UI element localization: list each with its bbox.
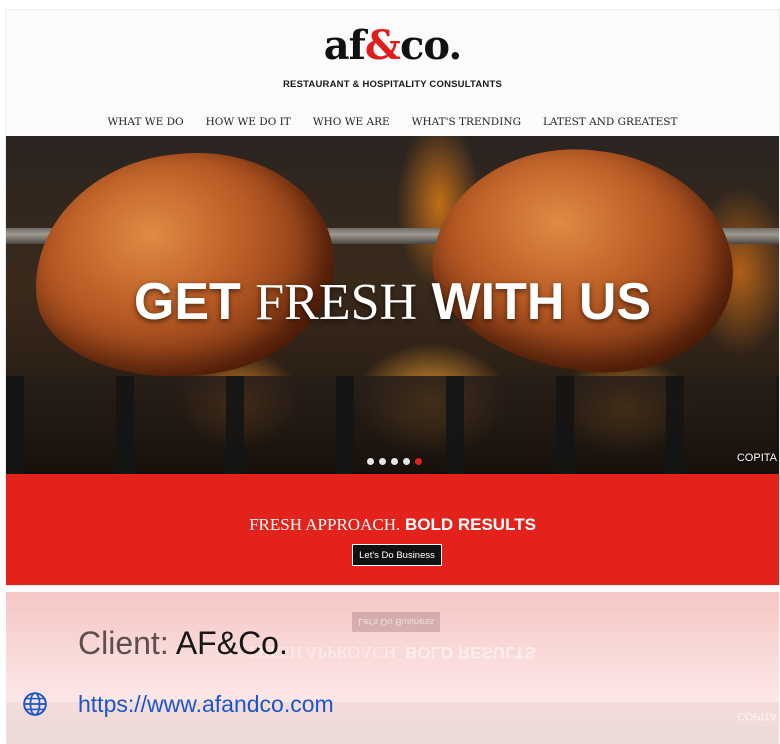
website-link-row: https://www.afandco.com xyxy=(22,691,334,717)
reflected-title-bold: BOLD RESULTS xyxy=(404,643,536,662)
client-label: Client: xyxy=(78,625,169,661)
headline-word-fresh: FRESH xyxy=(255,274,418,331)
band-title-light: FRESH APPROACH. xyxy=(249,515,401,534)
afco-logo[interactable]: af&co. xyxy=(6,26,779,66)
band-title: FRESH APPROACH. BOLD RESULTS xyxy=(6,515,779,535)
website-url-link[interactable]: https://www.afandco.com xyxy=(78,691,334,717)
globe-icon xyxy=(23,692,47,716)
client-name: AF&Co. xyxy=(175,625,288,661)
hero-slider: GET FRESH WITH US COPITA xyxy=(6,136,779,474)
website-screenshot: af&co. RESTAURANT & HOSPITALITY CONSULTA… xyxy=(6,10,779,585)
nav-item-latest-and-greatest[interactable]: LATEST AND GREATEST xyxy=(543,116,678,128)
lets-do-business-button[interactable]: Let's Do Business xyxy=(352,544,442,566)
hero-headline: GET FRESH WITH US xyxy=(6,276,779,329)
slider-dot-active[interactable] xyxy=(415,458,422,465)
logo-text-co: co. xyxy=(399,22,462,69)
reflected-cta-button: Let's Do Business xyxy=(352,612,440,632)
slider-dot[interactable] xyxy=(403,458,410,465)
nav-item-who-we-are[interactable]: WHO WE ARE xyxy=(313,116,390,128)
logo-ampersand: & xyxy=(364,22,401,69)
headline-word-get: GET xyxy=(133,273,241,331)
band-title-bold: BOLD RESULTS xyxy=(404,515,536,534)
reflected-hero-caption: COPITA xyxy=(736,710,777,722)
slider-dot[interactable] xyxy=(391,458,398,465)
nav-item-how-we-do-it[interactable]: HOW WE DO IT xyxy=(206,116,291,128)
logo-text-af: af xyxy=(323,22,366,69)
main-nav: WHAT WE DO HOW WE DO IT WHO WE ARE WHAT'… xyxy=(6,116,779,128)
slider-dots xyxy=(367,458,422,465)
slider-dot[interactable] xyxy=(379,458,386,465)
headline-words-with-us: WITH US xyxy=(431,273,652,331)
screenshot-reflection: Let's Do Business FRESH APPROACH. BOLD R… xyxy=(6,592,779,744)
client-line: Client: AF&Co. xyxy=(78,627,288,659)
nav-item-whats-trending[interactable]: WHAT'S TRENDING xyxy=(412,116,521,128)
slider-dot[interactable] xyxy=(367,458,374,465)
tagline: RESTAURANT & HOSPITALITY CONSULTANTS xyxy=(282,79,502,90)
hero-caption: COPITA xyxy=(736,452,777,464)
cta-band: FRESH APPROACH. BOLD RESULTS Let's Do Bu… xyxy=(6,474,779,585)
nav-item-what-we-do[interactable]: WHAT WE DO xyxy=(107,116,183,128)
